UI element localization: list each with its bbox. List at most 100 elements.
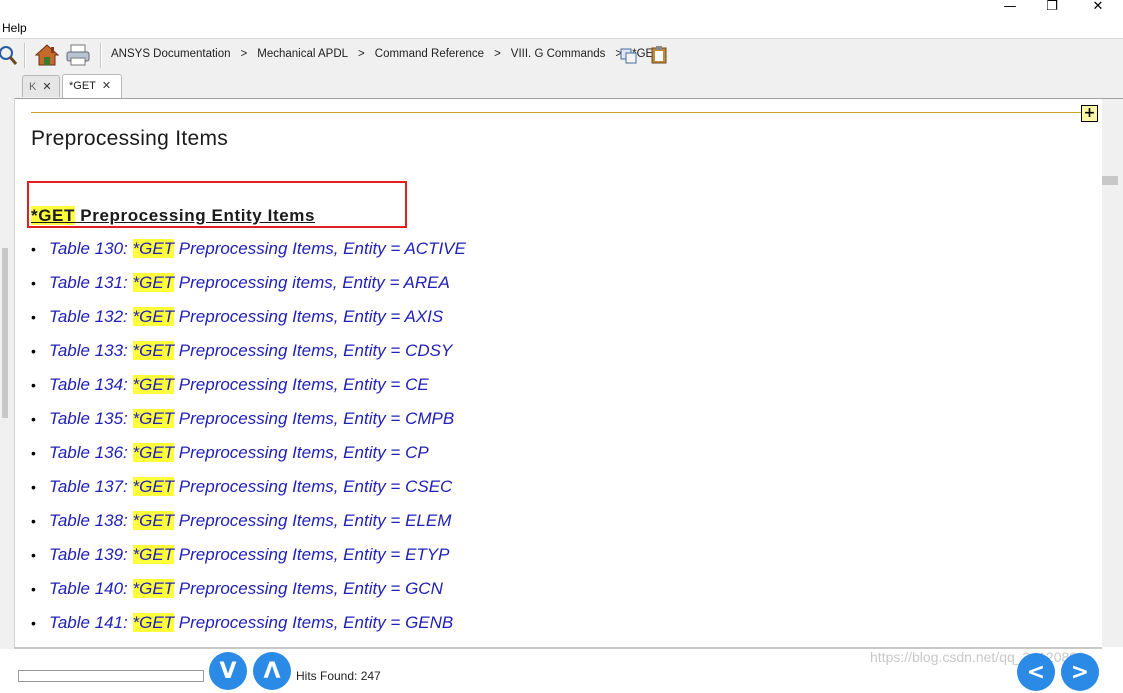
document-content: + Preprocessing Items *GET Preprocessing… (15, 99, 1102, 647)
menu-bar: Help (0, 18, 1123, 38)
search-highlight[interactable]: *GET (132, 545, 175, 564)
table-link-prefix[interactable]: Table 138: (49, 511, 133, 530)
search-highlight[interactable]: *GET (132, 579, 175, 598)
table-link-text[interactable]: Preprocessing Items, Entity = ACTIVE (174, 239, 466, 258)
table-link-prefix[interactable]: Table 130: (49, 239, 133, 258)
restore-button[interactable]: ❐ (1032, 0, 1072, 15)
breadcrumb-separator: > (358, 48, 365, 60)
scroll-thumb[interactable] (1102, 176, 1118, 185)
bullet: • (31, 343, 36, 359)
table-link-text[interactable]: Preprocessing Items, Entity = CDSY (174, 341, 453, 360)
bullet: • (31, 581, 36, 597)
search-highlight[interactable]: *GET (132, 511, 175, 530)
tab-close-icon[interactable]: ✕ (42, 80, 51, 93)
tab-strip: K ✕ *GET ✕ (0, 72, 1123, 99)
list-item[interactable]: • Table 131: *GET Preprocessing items, En… (31, 271, 466, 305)
breadcrumb-ansys-documentation[interactable]: ANSYS Documentation (111, 48, 231, 60)
breadcrumb-g-commands[interactable]: VIII. G Commands (511, 48, 606, 60)
search-highlight[interactable]: *GET (132, 613, 175, 632)
search-highlight[interactable]: *GET (132, 341, 175, 360)
table-link-text[interactable]: Preprocessing Items, Entity = ETYP (174, 545, 450, 564)
find-input[interactable] (18, 670, 204, 682)
print-icon[interactable] (65, 44, 91, 66)
list-item[interactable]: • Table 135: *GET Preprocessing Items, En… (31, 407, 466, 441)
table-link-prefix[interactable]: Table 136: (49, 443, 133, 462)
forward-button[interactable]: > (1061, 653, 1099, 691)
find-next-button[interactable]: V (209, 652, 247, 690)
tab-close-icon[interactable]: ✕ (102, 79, 111, 92)
search-highlight[interactable]: *GET (132, 307, 175, 326)
hits-count: Hits Found: 247 (296, 669, 381, 683)
breadcrumb-command-reference[interactable]: Command Reference (375, 48, 484, 60)
bullet: • (31, 411, 36, 427)
table-link-prefix[interactable]: Table 139: (49, 545, 133, 564)
search-highlight: *GET (31, 206, 75, 225)
expand-icon[interactable]: + (1081, 105, 1098, 122)
left-panel-edge[interactable] (0, 98, 15, 676)
search-icon[interactable] (0, 43, 18, 67)
table-link-text[interactable]: Preprocessing Items, Entity = GENB (174, 613, 453, 632)
clipboard-icon[interactable] (651, 46, 667, 64)
search-highlight[interactable]: *GET (132, 443, 175, 462)
list-item[interactable]: • Table 132: *GET Preprocessing Items, En… (31, 305, 466, 339)
list-item[interactable]: • Table 137: *GET Preprocessing Items, En… (31, 475, 466, 509)
section-rule (31, 112, 1091, 113)
table-link-prefix[interactable]: Table 141: (49, 613, 133, 632)
tab-k[interactable]: K ✕ (22, 75, 60, 97)
left-scroll-thumb[interactable] (2, 248, 8, 418)
table-link-text[interactable]: Preprocessing Items, Entity = ELEM (174, 511, 452, 530)
breadcrumb-separator: > (494, 48, 501, 60)
table-link-text[interactable]: Preprocessing items, Entity = AREA (174, 273, 450, 292)
bullet: • (31, 309, 36, 325)
search-highlight[interactable]: *GET (132, 409, 175, 428)
table-link-prefix[interactable]: Table 131: (49, 273, 133, 292)
list-item[interactable]: • Table 136: *GET Preprocessing Items, En… (31, 441, 466, 475)
copy-icon[interactable] (620, 48, 638, 64)
tab-label: *GET (69, 80, 96, 92)
table-link-text[interactable]: Preprocessing Items, Entity = CMPB (174, 409, 454, 428)
table-link-text[interactable]: Preprocessing Items, Entity = CP (174, 443, 429, 462)
bullet: • (31, 513, 36, 529)
tab-label: K (29, 81, 37, 93)
back-button[interactable]: < (1017, 653, 1055, 691)
table-link-prefix[interactable]: Table 135: (49, 409, 133, 428)
search-highlight[interactable]: *GET (132, 477, 175, 496)
table-link-prefix[interactable]: Table 133: (49, 341, 133, 360)
vertical-scrollbar[interactable] (1102, 99, 1123, 647)
breadcrumb: ANSYS Documentation > Mechanical APDL > Comm… (111, 48, 670, 60)
table-link-prefix[interactable]: Table 134: (49, 375, 133, 394)
list-item[interactable]: • Table 134: *GET Preprocessing Items, En… (31, 373, 466, 407)
table-link-text[interactable]: Preprocessing Items, Entity = GCN (174, 579, 443, 598)
table-link-prefix[interactable]: Table 132: (49, 307, 133, 326)
search-highlight[interactable]: *GET (132, 273, 175, 292)
page-title: Preprocessing Items (31, 127, 229, 150)
bullet: • (31, 615, 36, 631)
list-item[interactable]: • Table 133: *GET Preprocessing Items, En… (31, 339, 466, 373)
search-highlight[interactable]: *GET (132, 375, 175, 394)
bullet: • (31, 275, 36, 291)
minimize-button[interactable]: — (990, 0, 1030, 15)
breadcrumb-separator: > (240, 48, 248, 60)
list-item[interactable]: • Table 138: *GET Preprocessing Items, En… (31, 509, 466, 543)
menu-help[interactable]: Help (2, 21, 27, 35)
close-window-button[interactable]: ✕ (1078, 0, 1118, 15)
table-link-text[interactable]: Preprocessing Items, Entity = CE (174, 375, 429, 394)
bullet: • (31, 377, 36, 393)
list-item[interactable]: • Table 141: *GET Preprocessing Items, En… (31, 611, 466, 645)
bullet: • (31, 479, 36, 495)
home-icon[interactable] (34, 43, 60, 67)
find-bar: V Λ Hits Found: 247 https://blog.csdn.ne… (0, 649, 1123, 691)
search-highlight[interactable]: *GET (132, 239, 175, 258)
table-link-prefix[interactable]: Table 137: (49, 477, 133, 496)
list-item[interactable]: • Table 140: *GET Preprocessing Items, En… (31, 577, 466, 611)
find-previous-button[interactable]: Λ (253, 652, 291, 690)
breadcrumb-mechanical-apdl[interactable]: Mechanical APDL (257, 48, 348, 60)
list-item[interactable]: • Table 130: *GET Preprocessing Items, En… (31, 237, 466, 271)
table-link-text[interactable]: Preprocessing Items, Entity = AXIS (174, 307, 443, 326)
table-link-prefix[interactable]: Table 140: (49, 579, 133, 598)
list-item[interactable]: • Table 139: *GET Preprocessing Items, En… (31, 543, 466, 577)
table-link-text[interactable]: Preprocessing Items, Entity = CSEC (174, 477, 453, 496)
bullet: • (31, 241, 36, 257)
bullet: • (31, 547, 36, 563)
tab-get[interactable]: *GET ✕ (62, 74, 122, 98)
